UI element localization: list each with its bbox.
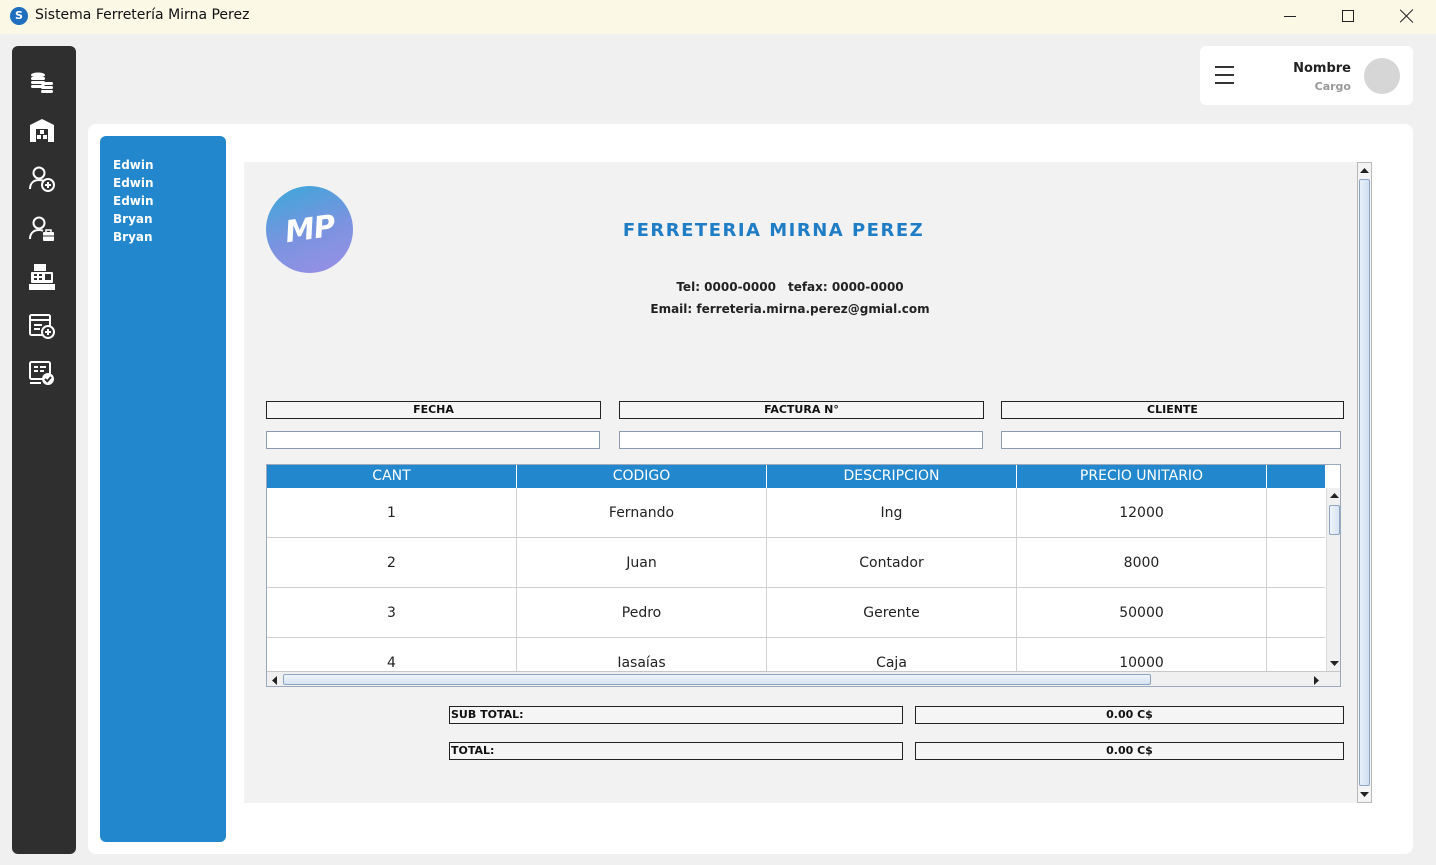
cell-codigo: Pedro bbox=[517, 588, 767, 637]
nav-item-approved-invoice[interactable] bbox=[26, 357, 58, 389]
list-item[interactable]: Bryan bbox=[113, 212, 153, 226]
column-header-extra[interactable] bbox=[1267, 465, 1325, 488]
items-table: CANT CODIGO DESCRIPCION PRECIO UNITARIO … bbox=[266, 464, 1341, 687]
tel-text: Tel: 0000-0000 bbox=[676, 280, 776, 294]
invoice-panel: MP FERRETERIA MIRNA PEREZ Tel: 0000-0000… bbox=[244, 162, 1357, 803]
table-row[interactable]: 1 Fernando Ing 12000 bbox=[267, 488, 1325, 538]
add-user-icon bbox=[29, 166, 55, 192]
total-value: 0.00 C$ bbox=[915, 742, 1344, 760]
total-label: TOTAL: bbox=[449, 742, 903, 760]
cell-precio: 50000 bbox=[1017, 588, 1267, 637]
table-horizontal-scrollbar[interactable] bbox=[267, 671, 1340, 686]
maximize-button[interactable] bbox=[1319, 0, 1377, 32]
close-icon bbox=[1400, 9, 1414, 23]
warehouse-icon bbox=[30, 119, 54, 142]
scroll-right-icon[interactable] bbox=[1313, 676, 1320, 685]
cell-extra bbox=[1267, 488, 1325, 537]
cell-cant: 3 bbox=[267, 588, 517, 637]
sidebar-rail bbox=[12, 46, 76, 854]
cell-descripcion: Gerente bbox=[767, 588, 1017, 637]
scroll-up-icon[interactable] bbox=[1360, 167, 1369, 174]
fax-text: tefax: 0000-0000 bbox=[787, 280, 904, 294]
cell-cant: 2 bbox=[267, 538, 517, 587]
cell-precio: 8000 bbox=[1017, 538, 1267, 587]
table-row[interactable]: 2 Juan Contador 8000 bbox=[267, 538, 1325, 588]
column-header-descripcion[interactable]: DESCRIPCION bbox=[767, 465, 1017, 488]
window-title: Sistema Ferretería Mirna Perez bbox=[35, 7, 250, 23]
approved-invoice-icon bbox=[29, 361, 54, 385]
avatar[interactable] bbox=[1364, 58, 1400, 94]
fecha-field[interactable] bbox=[266, 431, 600, 449]
table-vertical-scrollbar[interactable] bbox=[1326, 488, 1340, 671]
scrollbar-thumb[interactable] bbox=[1329, 505, 1340, 535]
cell-precio: 12000 bbox=[1017, 488, 1267, 537]
nav-item-new-invoice[interactable] bbox=[26, 310, 58, 342]
nav-item-warehouse[interactable] bbox=[26, 114, 58, 146]
cell-cant: 1 bbox=[267, 488, 517, 537]
profile-role: Cargo bbox=[1314, 80, 1351, 93]
nav-item-coins[interactable] bbox=[26, 65, 58, 97]
cell-extra bbox=[1267, 538, 1325, 587]
list-item[interactable]: Edwin bbox=[113, 158, 154, 172]
subtotal-value: 0.00 C$ bbox=[915, 706, 1344, 724]
fecha-label: FECHA bbox=[266, 401, 601, 419]
company-title: FERRETERIA MIRNA PEREZ bbox=[622, 220, 925, 241]
company-phone: Tel: 0000-0000 tefax: 0000-0000 bbox=[515, 280, 1065, 294]
add-invoice-icon bbox=[29, 314, 55, 339]
table-row[interactable]: 3 Pedro Gerente 50000 bbox=[267, 588, 1325, 638]
company-email: Email: ferreteria.mirna.perez@gmial.com bbox=[650, 302, 930, 316]
factura-label: FACTURA N° bbox=[619, 401, 984, 419]
names-panel: Edwin Edwin Edwin Bryan Bryan bbox=[100, 136, 226, 842]
cell-descripcion: Ing bbox=[767, 488, 1017, 537]
profile-name: Nombre bbox=[1293, 61, 1351, 76]
nav-item-employees[interactable] bbox=[26, 213, 58, 245]
coins-stack-icon bbox=[31, 72, 53, 93]
subtotal-label: SUB TOTAL: bbox=[449, 706, 903, 724]
nav-item-add-user[interactable] bbox=[26, 163, 58, 195]
cell-extra bbox=[1267, 588, 1325, 637]
cell-descripcion: Contador bbox=[767, 538, 1017, 587]
minimize-icon bbox=[1284, 15, 1296, 17]
menu-icon[interactable] bbox=[1215, 66, 1234, 84]
list-item[interactable]: Bryan bbox=[113, 230, 153, 244]
table-header: CANT CODIGO DESCRIPCION PRECIO UNITARIO bbox=[267, 465, 1325, 488]
column-header-precio[interactable]: PRECIO UNITARIO bbox=[1017, 465, 1267, 488]
list-item[interactable]: Edwin bbox=[113, 176, 154, 190]
cell-codigo: Fernando bbox=[517, 488, 767, 537]
table-body: 1 Fernando Ing 12000 2 Juan Contador 800… bbox=[267, 488, 1325, 686]
app-icon: S bbox=[10, 7, 28, 25]
cliente-field[interactable] bbox=[1001, 431, 1341, 449]
minimize-button[interactable] bbox=[1261, 0, 1319, 32]
scrollbar-thumb[interactable] bbox=[283, 674, 1151, 685]
scroll-up-icon[interactable] bbox=[1330, 492, 1339, 499]
cliente-label: CLIENTE bbox=[1001, 401, 1344, 419]
scroll-down-icon[interactable] bbox=[1330, 660, 1339, 667]
nav-item-cash-register[interactable] bbox=[26, 261, 58, 293]
cash-register-icon bbox=[29, 264, 55, 290]
company-logo: MP bbox=[266, 186, 353, 273]
page-vertical-scrollbar[interactable] bbox=[1357, 162, 1372, 803]
factura-field[interactable] bbox=[619, 431, 983, 449]
column-header-codigo[interactable]: CODIGO bbox=[517, 465, 767, 488]
cell-codigo: Juan bbox=[517, 538, 767, 587]
close-button[interactable] bbox=[1378, 0, 1436, 32]
profile-card: Nombre Cargo bbox=[1200, 46, 1413, 105]
scroll-left-icon[interactable] bbox=[271, 676, 278, 685]
title-bar: S Sistema Ferretería Mirna Perez bbox=[0, 0, 1436, 34]
list-item[interactable]: Edwin bbox=[113, 194, 154, 208]
scrollbar-thumb[interactable] bbox=[1359, 179, 1370, 786]
column-header-cant[interactable]: CANT bbox=[267, 465, 517, 488]
user-briefcase-icon bbox=[29, 216, 54, 241]
scroll-down-icon[interactable] bbox=[1360, 791, 1369, 798]
maximize-icon bbox=[1342, 10, 1354, 22]
